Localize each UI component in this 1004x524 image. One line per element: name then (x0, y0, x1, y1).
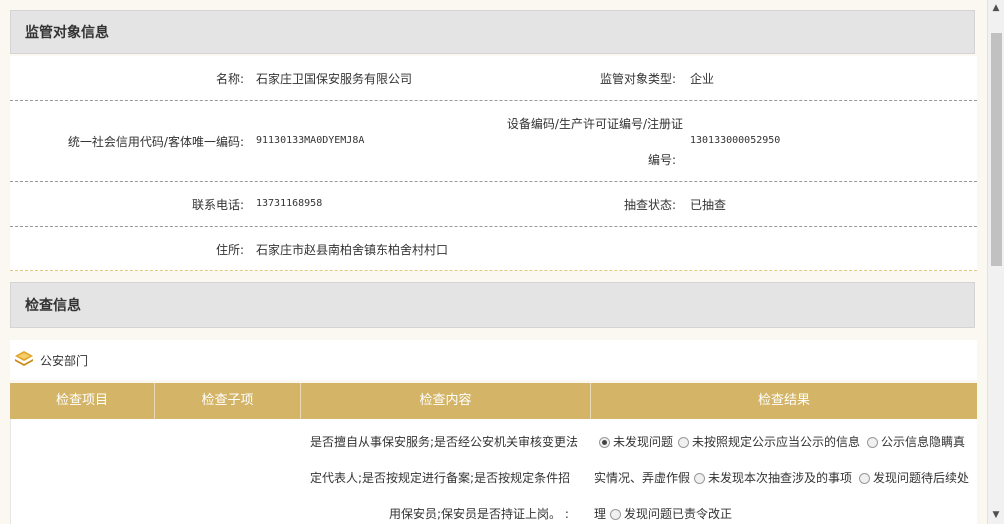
device-code-value: 130133000052950 (690, 135, 781, 146)
radio-icon[interactable] (678, 437, 689, 448)
inspection-status-label: 抽查状态: (623, 198, 676, 212)
result-option-false-info[interactable]: 公示信息隐瞒真 (867, 433, 965, 450)
scroll-up-arrow-icon[interactable]: ▲ (988, 0, 1004, 17)
name-label: 名称: (215, 72, 244, 86)
vertical-scrollbar[interactable]: ▲ ▼ (987, 0, 1004, 524)
object-type-label: 监管对象类型: (599, 72, 676, 86)
credit-code-label: 统一社会信用代码/客体唯一编码: (67, 135, 244, 149)
info-row-phone: 联系电话: 13731168958 抽查状态: 已抽查 (10, 182, 977, 227)
header-sub-item: 检查子项 (155, 383, 301, 419)
device-code-label-line1: 设备编码/生产许可证编号/注册证 (506, 117, 683, 131)
supervised-object-header: 监管对象信息 (10, 10, 975, 54)
object-type-value: 企业 (690, 72, 715, 86)
radio-icon[interactable] (867, 437, 878, 448)
inspection-content-line2: 定代表人;是否按规定进行备案;是否按规定条件招 (310, 471, 571, 485)
credit-code-value: 91130133MA0DYEMJ8A (256, 135, 365, 146)
supervised-object-info: 名称: 石家庄卫国保安服务有限公司 监管对象类型: 企业 统一社会信用代码/客体… (10, 56, 977, 271)
result-option-not-involved[interactable]: 未发现本次抽查涉及的事项 (694, 469, 852, 486)
result-option-false-info-wrap: 实情况、弄虚作假 (594, 471, 691, 485)
info-row-name: 名称: 石家庄卫国保安服务有限公司 监管对象类型: 企业 (10, 56, 977, 101)
inspection-status-value: 已抽查 (690, 198, 727, 212)
inspection-content-line3: 用保安员;保安员是否持证上岗。 : (389, 507, 569, 521)
result-option-pending[interactable]: 发现问题待后续处 (859, 469, 969, 486)
inspection-content-line1: 是否擅自从事保安服务;是否经公安机关审核变更法 (310, 435, 579, 449)
result-option-no-problem[interactable]: 未发现问题 (599, 433, 673, 450)
header-content: 检查内容 (301, 383, 591, 419)
result-option-not-publicized[interactable]: 未按照规定公示应当公示的信息 (678, 433, 860, 450)
info-row-address: 住所: 石家庄市赵县南柏舍镇东柏舍村村口 (10, 227, 977, 271)
address-label: 住所: (215, 243, 244, 257)
result-option-pending-wrap: 理 (594, 507, 607, 521)
address-value: 石家庄市赵县南柏舍镇东柏舍村村口 (256, 243, 449, 257)
radio-icon[interactable] (610, 509, 621, 520)
inspection-table-header: 检查项目 检查子项 检查内容 检查结果 (10, 383, 977, 419)
phone-label: 联系电话: (191, 198, 244, 212)
inspection-table-row: 是否擅自从事保安服务;是否经公安机关审核变更法 定代表人;是否按规定进行备案;是… (10, 419, 977, 524)
name-value: 石家庄卫国保安服务有限公司 (256, 72, 413, 86)
result-option-corrected[interactable]: 发现问题已责令改正 (610, 505, 732, 522)
department-label: 公安部门 (40, 354, 89, 368)
department-bar: 公安部门 (10, 340, 977, 380)
scrollbar-thumb[interactable] (991, 33, 1002, 266)
inspection-info-header: 检查信息 (10, 282, 975, 328)
header-result: 检查结果 (757, 393, 810, 408)
radio-icon[interactable] (694, 473, 705, 484)
header-inspection-item: 检查项目 (10, 383, 155, 419)
device-code-label-line2: 编号: (647, 153, 676, 167)
scroll-down-arrow-icon[interactable]: ▼ (988, 507, 1004, 524)
info-row-credit: 统一社会信用代码/客体唯一编码: 91130133MA0DYEMJ8A 设备编码… (10, 101, 977, 182)
radio-checked-icon[interactable] (599, 437, 610, 448)
layers-icon (15, 351, 33, 366)
page-content: 监管对象信息 名称: 石家庄卫国保安服务有限公司 监管对象类型: 企业 统一社会… (10, 0, 977, 524)
phone-value: 13731168958 (256, 198, 323, 209)
radio-icon[interactable] (859, 473, 870, 484)
